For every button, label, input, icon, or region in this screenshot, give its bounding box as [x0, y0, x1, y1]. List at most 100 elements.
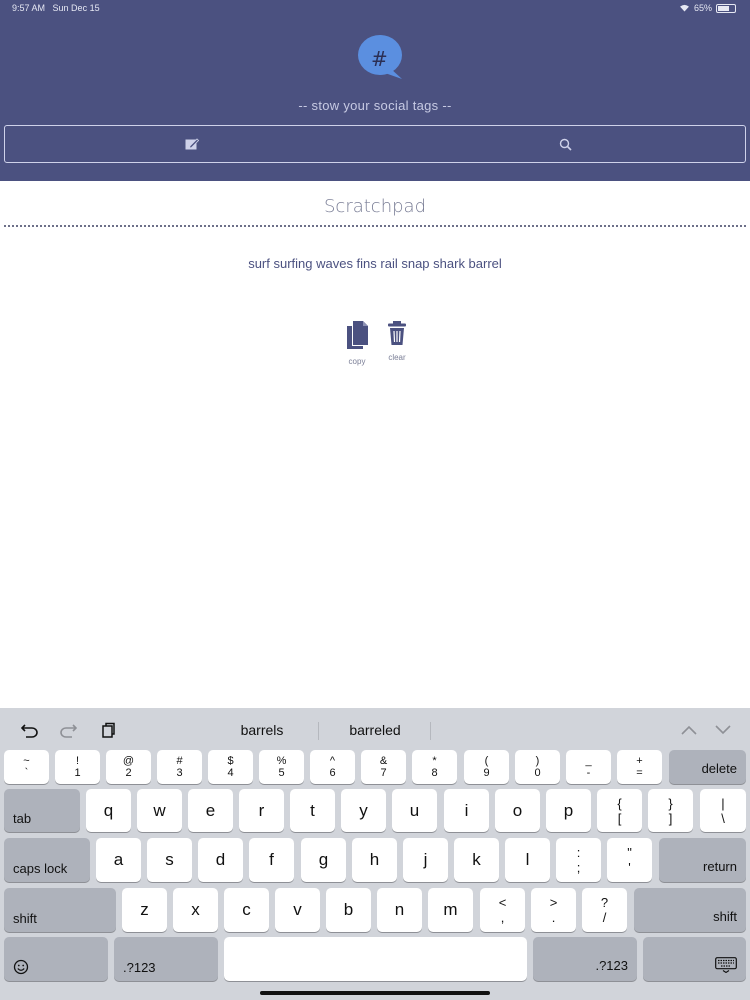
key-e[interactable]: e: [188, 789, 233, 832]
key-top-char: >: [549, 895, 558, 910]
suggestion-divider: [318, 722, 319, 740]
key-y[interactable]: y: [341, 789, 386, 832]
search-button[interactable]: [553, 134, 577, 154]
key-d[interactable]: d: [198, 838, 243, 882]
key-o[interactable]: o: [495, 789, 540, 832]
suggestion-1[interactable]: barrels: [232, 722, 292, 738]
dismiss-keyboard-key[interactable]: [643, 937, 746, 981]
key-quote[interactable]: " ': [607, 838, 652, 882]
key-top-char: @: [122, 755, 135, 767]
key-u[interactable]: u: [392, 789, 437, 832]
key-k[interactable]: k: [454, 838, 499, 882]
key-slash[interactable]: ? /: [582, 888, 627, 932]
key-b[interactable]: b: [326, 888, 371, 932]
key-bottom-char: /: [602, 910, 607, 925]
key-g[interactable]: g: [301, 838, 346, 882]
key-r[interactable]: r: [239, 789, 284, 832]
paste-icon: [102, 722, 115, 738]
key-1[interactable]: ! 1: [55, 750, 100, 784]
key-l[interactable]: l: [505, 838, 550, 882]
key-q[interactable]: q: [86, 789, 131, 832]
key-close-bracket[interactable]: }]: [648, 789, 693, 832]
key-2[interactable]: @2: [106, 750, 151, 784]
clear-button[interactable]: clear: [377, 320, 417, 362]
key-bottom-char: 2: [125, 767, 132, 779]
status-time-date: 9:57 AM Sun Dec 15: [12, 3, 100, 13]
status-date: Sun Dec 15: [52, 3, 100, 13]
key-x[interactable]: x: [173, 888, 218, 932]
key-bottom-char: 8: [431, 767, 438, 779]
key-top-char: |: [721, 795, 725, 811]
key-v[interactable]: v: [275, 888, 320, 932]
symbols-key-left[interactable]: .?123: [114, 937, 218, 981]
key-0[interactable]: ) 0: [515, 750, 560, 784]
space-key[interactable]: [224, 937, 527, 981]
key-bottom-char: 5: [278, 767, 285, 779]
app-header: 9:57 AM Sun Dec 15 65% # -- stow your so…: [0, 0, 750, 181]
key-period[interactable]: >.: [531, 888, 576, 932]
key-7[interactable]: & 7: [361, 750, 406, 784]
app-logo-icon: #: [358, 35, 402, 79]
key-equals[interactable]: + =: [617, 750, 662, 784]
status-time: 9:57 AM: [12, 3, 46, 13]
redo-button[interactable]: [58, 720, 78, 740]
key-grave[interactable]: ~ `: [4, 750, 49, 784]
return-key[interactable]: return: [659, 838, 746, 882]
key-4[interactable]: $4: [208, 750, 253, 784]
key-3[interactable]: #3: [157, 750, 202, 784]
shift-key-right[interactable]: shift: [634, 888, 746, 932]
key-backslash[interactable]: | \: [700, 789, 746, 832]
key-c[interactable]: c: [224, 888, 269, 932]
key-bottom-char: 1: [74, 767, 81, 779]
undo-button[interactable]: [20, 720, 40, 740]
key-bottom-char: .: [551, 910, 556, 925]
key-5[interactable]: % 5: [259, 750, 304, 784]
key-minus[interactable]: _ -: [566, 750, 611, 784]
key-top-char: $: [227, 755, 234, 767]
paste-button[interactable]: [98, 720, 118, 740]
shift-key-left[interactable]: shift: [4, 888, 116, 932]
key-m[interactable]: m: [428, 888, 473, 932]
key-top-char: (: [484, 755, 489, 767]
key-f[interactable]: f: [249, 838, 294, 882]
key-a[interactable]: a: [96, 838, 141, 882]
key-top-char: ~: [23, 755, 30, 767]
next-field-button[interactable]: [713, 720, 733, 740]
key-i[interactable]: i: [444, 789, 489, 832]
key-p[interactable]: p: [546, 789, 591, 832]
key-t[interactable]: t: [290, 789, 335, 832]
key-8[interactable]: * 8: [412, 750, 457, 784]
key-w[interactable]: w: [137, 789, 182, 832]
key-n[interactable]: n: [377, 888, 422, 932]
key-j[interactable]: j: [403, 838, 448, 882]
key-open-bracket[interactable]: {[: [597, 789, 642, 832]
key-6[interactable]: ^ 6: [310, 750, 355, 784]
delete-key[interactable]: delete: [669, 750, 746, 784]
key-9[interactable]: (9: [464, 750, 509, 784]
key-bottom-char: 3: [176, 767, 183, 779]
key-bottom-char: 9: [483, 767, 490, 779]
toolbar: [4, 125, 746, 163]
key-semicolon[interactable]: :;: [556, 838, 601, 882]
previous-field-button[interactable]: [679, 720, 699, 740]
key-h[interactable]: h: [352, 838, 397, 882]
search-icon: [559, 138, 572, 151]
key-top-char: <: [498, 895, 507, 910]
caps-lock-key[interactable]: caps lock: [4, 838, 90, 882]
key-s[interactable]: s: [147, 838, 192, 882]
new-note-button[interactable]: [181, 135, 203, 153]
scratchpad-text[interactable]: surf surfing waves fins rail snap shark …: [0, 256, 750, 271]
trash-icon: [388, 321, 406, 345]
tab-key[interactable]: tab: [4, 789, 80, 832]
key-comma[interactable]: <,: [480, 888, 525, 932]
symbols-key-right[interactable]: .?123: [533, 937, 637, 981]
suggestion-2[interactable]: barreled: [340, 722, 410, 738]
key-z[interactable]: z: [122, 888, 167, 932]
battery-percent: 65%: [693, 3, 712, 13]
edit-note-icon: [185, 138, 199, 150]
key-bottom-char: 6: [329, 767, 336, 779]
home-indicator[interactable]: [260, 991, 490, 995]
copy-button[interactable]: copy: [337, 320, 377, 366]
emoji-key[interactable]: [4, 937, 108, 981]
key-top-char: #: [176, 755, 183, 767]
